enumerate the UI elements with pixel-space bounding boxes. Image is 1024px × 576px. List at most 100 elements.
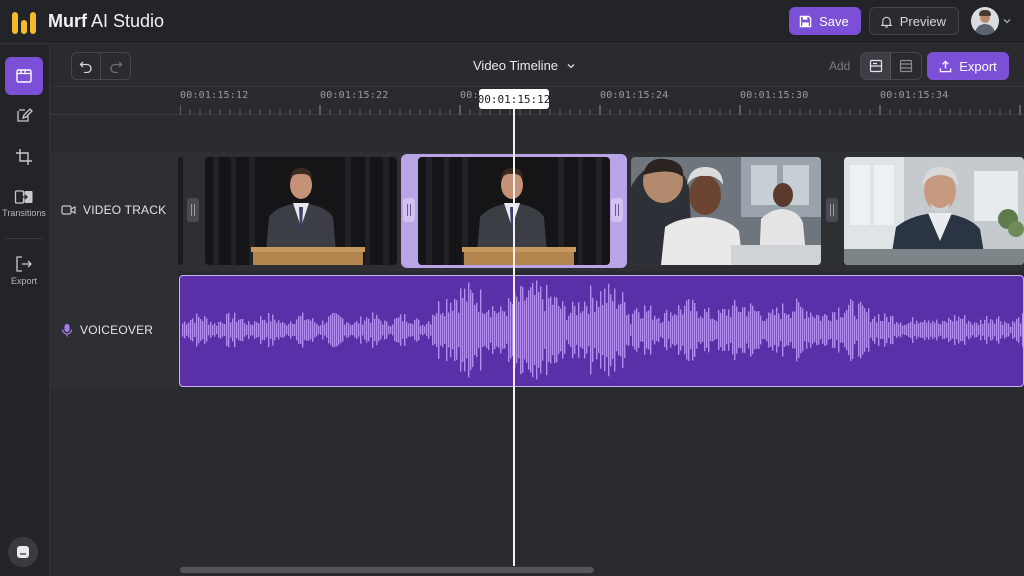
save-button[interactable]: Save <box>789 7 861 35</box>
video-track-header[interactable]: VIDEO TRACK <box>61 203 166 217</box>
timeline-layout-icon <box>869 59 882 73</box>
waveform-bar <box>538 292 540 368</box>
clip-trim-handle-left[interactable] <box>403 198 415 222</box>
waveform-bar <box>756 311 758 349</box>
sidebar-item-transitions[interactable]: Transitions <box>2 189 46 218</box>
waveform-bar <box>326 322 328 338</box>
waveform-bar <box>184 321 186 339</box>
undo-button[interactable] <box>72 53 102 79</box>
waveform-bar <box>426 323 428 337</box>
waveform-bar <box>374 318 376 342</box>
waveform-bar <box>420 325 422 335</box>
waveform-bar <box>502 311 504 349</box>
waveform-bar <box>814 318 816 342</box>
waveform-bar <box>252 324 254 336</box>
waveform-bar <box>444 316 446 344</box>
playhead-time[interactable]: 00:01:15:12 <box>478 89 550 109</box>
waveform-bar <box>652 319 654 341</box>
layout-timeline-button[interactable] <box>861 53 892 79</box>
waveform-bar <box>590 285 592 375</box>
sidebar-item-edit[interactable] <box>5 107 43 125</box>
waveform-bar <box>724 309 726 351</box>
waveform-bar <box>966 323 968 337</box>
sidebar-item-crop[interactable] <box>5 148 43 166</box>
waveform-bar <box>192 318 194 342</box>
waveform-bar <box>316 323 318 337</box>
waveform-bar <box>396 317 398 343</box>
waveform-bar <box>612 301 614 359</box>
waveform-bar <box>428 321 430 339</box>
waveform-bar <box>870 322 872 338</box>
waveform-bar <box>660 323 662 337</box>
grid-layout-icon <box>899 59 913 73</box>
waveform-bar <box>532 282 534 378</box>
horizontal-scrollbar[interactable] <box>180 567 594 573</box>
video-clip-4[interactable] <box>844 157 1024 265</box>
video-clip-partial[interactable] <box>178 157 183 265</box>
waveform-bar <box>810 312 812 348</box>
waveform-bar <box>270 321 272 339</box>
waveform-bar <box>696 311 698 349</box>
video-clip-1[interactable] <box>205 157 397 265</box>
sidebar-item-timeline[interactable] <box>5 57 43 95</box>
waveform-bar <box>906 324 908 336</box>
crop-icon <box>16 149 32 165</box>
waveform-bar <box>778 313 780 347</box>
preview-button[interactable]: Preview <box>868 7 959 35</box>
waveform-bar <box>772 309 774 351</box>
edit-icon <box>17 108 33 122</box>
waveform-bar <box>294 323 296 337</box>
waveform-bar <box>572 301 574 359</box>
waveform-bar <box>568 315 570 345</box>
waveform-bar <box>904 325 906 335</box>
microphone-icon <box>61 324 73 337</box>
add-label[interactable]: Add <box>829 59 850 73</box>
user-menu[interactable] <box>971 7 1012 35</box>
waveform-bar <box>790 317 792 343</box>
waveform-bar <box>744 307 746 353</box>
clip-trim-handle-right[interactable] <box>611 198 623 222</box>
waveform-bar <box>802 308 804 352</box>
waveform-bar <box>344 324 346 336</box>
redo-button[interactable] <box>101 53 130 79</box>
sidebar-divider <box>6 238 42 239</box>
waveform-bar <box>922 321 924 339</box>
waveform-bar <box>654 315 656 345</box>
waveform-bar <box>848 304 850 356</box>
clip-trim-handle[interactable] <box>187 198 199 222</box>
waveform-bar <box>662 321 664 339</box>
waveform-bar <box>458 312 460 348</box>
app-logo[interactable]: Murf AI Studio <box>12 10 164 34</box>
view-selector[interactable]: Video Timeline <box>473 58 576 73</box>
waveform-bar <box>834 312 836 348</box>
waveform-bar <box>618 304 620 356</box>
playhead-line[interactable] <box>513 108 515 566</box>
waveform-bar <box>606 302 608 358</box>
layout-grid-button[interactable] <box>891 53 921 79</box>
video-clip-3[interactable] <box>631 157 821 265</box>
voiceover-clip[interactable] <box>179 275 1024 387</box>
waveform-bar <box>402 321 404 339</box>
waveform-bar <box>418 319 420 341</box>
waveform-bar <box>986 316 988 344</box>
waveform-bar <box>310 320 312 340</box>
chat-button[interactable] <box>8 537 38 567</box>
waveform-bar <box>356 320 358 340</box>
waveform-bar <box>1006 322 1008 338</box>
waveform-bar <box>508 298 510 362</box>
sidebar-item-export[interactable]: Export <box>5 255 43 286</box>
waveform-bar <box>680 309 682 351</box>
waveform-bar <box>454 298 456 362</box>
waveform-bar <box>754 310 756 350</box>
clip-trim-handle[interactable] <box>826 198 838 222</box>
voiceover-track-header[interactable]: VOICEOVER <box>61 323 153 337</box>
waveform-bar <box>820 320 822 340</box>
waveform-bar <box>982 324 984 336</box>
waveform-bar <box>1010 326 1012 334</box>
waveform-bar <box>530 287 532 373</box>
waveform-bar <box>410 323 412 337</box>
waveform-bar <box>188 322 190 338</box>
export-button[interactable]: Export <box>927 52 1009 80</box>
waveform-bar <box>210 321 212 339</box>
waveform-bar <box>854 315 856 345</box>
